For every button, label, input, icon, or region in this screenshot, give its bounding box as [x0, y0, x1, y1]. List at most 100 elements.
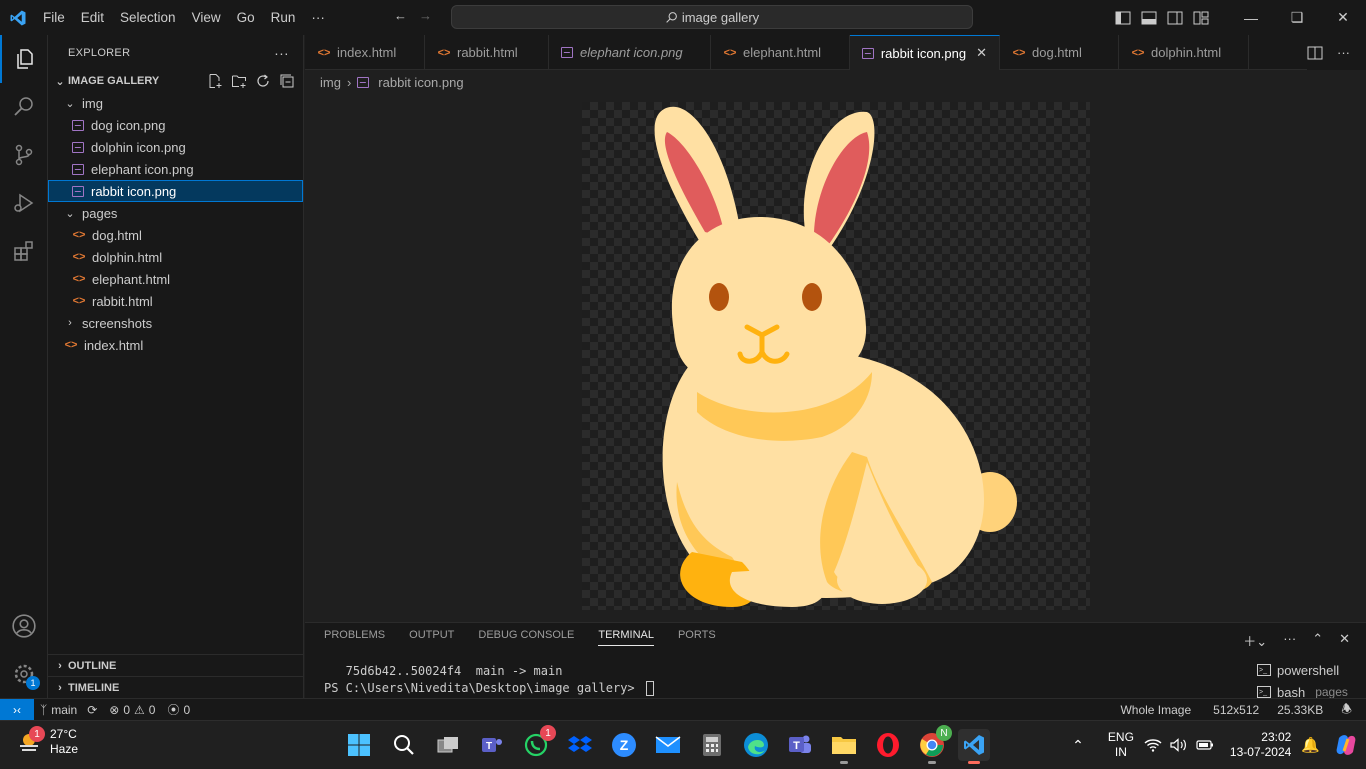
toggle-panel-icon[interactable]	[1136, 0, 1162, 35]
weather-widget[interactable]: 1 27°C Haze	[16, 726, 78, 757]
tree-file-dog-icon[interactable]: dog icon.png	[48, 114, 303, 136]
branch-status[interactable]: ᛉ main ⟳	[34, 703, 103, 717]
workspace-folder-header[interactable]: ⌄ IMAGE GALLERY	[48, 70, 303, 92]
whatsapp-icon[interactable]: 1	[520, 725, 556, 761]
tab-elephant-icon-png[interactable]: elephant icon.png	[549, 35, 711, 70]
chrome-browser-icon[interactable]: N	[916, 725, 952, 764]
tab-output[interactable]: OUTPUT	[409, 629, 454, 646]
tree-file-label: dog.html	[92, 227, 142, 243]
more-actions-icon[interactable]: ···	[1283, 631, 1296, 650]
teams-chat-icon[interactable]: T	[476, 729, 508, 761]
clock[interactable]: 23:02 13-07-2024	[1230, 730, 1291, 760]
tree-file-dolphin-html[interactable]: <> dolphin.html	[48, 246, 303, 268]
show-hidden-icons-chevron-up-icon[interactable]: ⌃	[1072, 737, 1084, 754]
close-tab-icon[interactable]: ✕	[976, 45, 987, 61]
close-window-button[interactable]: ✕	[1320, 0, 1366, 35]
tree-folder-pages[interactable]: ⌄ pages	[48, 202, 303, 224]
menu-file[interactable]: File	[35, 0, 73, 35]
opera-browser-icon[interactable]	[872, 729, 904, 761]
forward-arrow-icon[interactable]: →	[419, 8, 432, 23]
menu-run[interactable]: Run	[263, 0, 304, 35]
explorer-more-button[interactable]: ···	[274, 45, 289, 61]
ports-status[interactable]: ⦿ 0	[161, 701, 196, 718]
tab-elephant-html[interactable]: <> elephant.html	[711, 35, 850, 70]
whatsapp-badge: 1	[540, 725, 556, 741]
minimize-button[interactable]: —	[1228, 0, 1274, 35]
source-control-icon[interactable]	[0, 131, 48, 179]
new-terminal-icon[interactable]: ＋⌄	[1243, 631, 1267, 650]
tree-file-rabbit-icon[interactable]: rabbit icon.png	[48, 180, 303, 202]
customize-layout-icon[interactable]	[1188, 0, 1214, 35]
edge-browser-icon[interactable]	[740, 729, 772, 761]
menu-view[interactable]: View	[184, 0, 229, 35]
windows-start-icon[interactable]	[343, 729, 375, 761]
tree-file-index-html[interactable]: <> index.html	[48, 334, 303, 356]
mail-icon[interactable]	[652, 729, 684, 761]
split-editor-icon[interactable]	[1307, 46, 1323, 60]
tab-dog-html[interactable]: <> dog.html	[1000, 35, 1119, 70]
tab-terminal[interactable]: TERMINAL	[598, 629, 654, 646]
file-explorer-icon[interactable]	[828, 729, 860, 764]
menu-go[interactable]: Go	[229, 0, 263, 35]
account-icon[interactable]	[0, 602, 48, 650]
extensions-icon[interactable]	[0, 227, 48, 275]
tab-problems[interactable]: PROBLEMS	[324, 629, 385, 646]
remote-indicator-icon[interactable]: ›‹	[0, 698, 34, 721]
tree-folder-img[interactable]: ⌄ img	[48, 92, 303, 114]
task-view-icon[interactable]	[432, 729, 464, 761]
outline-section[interactable]: › OUTLINE	[48, 654, 304, 676]
terminal-output[interactable]: 75d6b42..50024f4 main -> main PS C:\Users…	[324, 663, 654, 697]
sync-icon[interactable]: ⟳	[87, 703, 97, 717]
close-panel-icon[interactable]: ✕	[1339, 631, 1350, 650]
maximize-panel-icon[interactable]: ⌃	[1312, 631, 1323, 650]
problems-status[interactable]: ⊗ 0 ⚠ 0	[103, 703, 161, 717]
teams-icon[interactable]: T	[784, 729, 816, 761]
tab-dolphin-html[interactable]: <> dolphin.html	[1119, 35, 1249, 70]
dropbox-icon[interactable]	[564, 729, 596, 761]
tree-file-dog-html[interactable]: <> dog.html	[48, 224, 303, 246]
quick-settings[interactable]	[1144, 738, 1214, 752]
refresh-icon[interactable]	[255, 73, 271, 89]
collapse-all-icon[interactable]	[279, 73, 295, 89]
breadcrumb-folder[interactable]: img	[320, 75, 341, 90]
more-actions-icon[interactable]: ···	[1337, 45, 1350, 60]
tab-rabbit-icon-png[interactable]: rabbit icon.png ✕	[850, 35, 1000, 70]
explorer-icon[interactable]	[0, 35, 48, 83]
search-icon[interactable]	[0, 83, 48, 131]
tree-file-dolphin-icon[interactable]: dolphin icon.png	[48, 136, 303, 158]
tree-file-elephant-html[interactable]: <> elephant.html	[48, 268, 303, 290]
vscode-taskbar-icon[interactable]	[958, 729, 990, 764]
calculator-icon[interactable]	[696, 729, 728, 761]
tab-rabbit-html[interactable]: <> rabbit.html	[425, 35, 549, 70]
tab-index-html[interactable]: <> index.html	[305, 35, 425, 70]
new-file-icon[interactable]	[207, 73, 223, 89]
input-language[interactable]: ENG IN	[1108, 730, 1134, 760]
toggle-primary-sidebar-icon[interactable]	[1110, 0, 1136, 35]
restore-button[interactable]: ❏	[1274, 0, 1320, 35]
notifications-bell-icon[interactable]: 🕭	[1335, 700, 1358, 721]
back-arrow-icon[interactable]: ←	[394, 8, 407, 23]
menu-more[interactable]: ···	[303, 0, 333, 35]
tab-ports[interactable]: PORTS	[678, 629, 716, 646]
zoom-app-icon[interactable]: Z	[608, 729, 640, 761]
breadcrumb-file[interactable]: rabbit icon.png	[378, 75, 463, 90]
new-folder-icon[interactable]	[231, 73, 247, 89]
tree-file-elephant-icon[interactable]: elephant icon.png	[48, 158, 303, 180]
terminal-item-powershell[interactable]: >_ powershell	[1257, 659, 1357, 681]
run-debug-icon[interactable]	[0, 179, 48, 227]
tree-file-rabbit-html[interactable]: <> rabbit.html	[48, 290, 303, 312]
command-center-search[interactable]: image gallery	[451, 5, 973, 29]
tree-folder-screenshots[interactable]: › screenshots	[48, 312, 303, 334]
notification-bell-icon[interactable]: 🔔	[1301, 736, 1320, 754]
menu-selection[interactable]: Selection	[112, 0, 184, 35]
tree-file-label: elephant icon.png	[91, 161, 194, 177]
copilot-icon[interactable]	[1334, 733, 1358, 757]
timeline-section[interactable]: › TIMELINE	[48, 676, 304, 698]
tab-label: elephant icon.png	[580, 45, 683, 60]
toggle-secondary-sidebar-icon[interactable]	[1162, 0, 1188, 35]
tab-debug-console[interactable]: DEBUG CONSOLE	[478, 629, 574, 646]
settings-icon[interactable]: 1	[0, 650, 48, 698]
menu-edit[interactable]: Edit	[73, 0, 112, 35]
taskbar-search-icon[interactable]	[388, 729, 420, 761]
zoom-status[interactable]: Whole Image	[1114, 703, 1197, 717]
